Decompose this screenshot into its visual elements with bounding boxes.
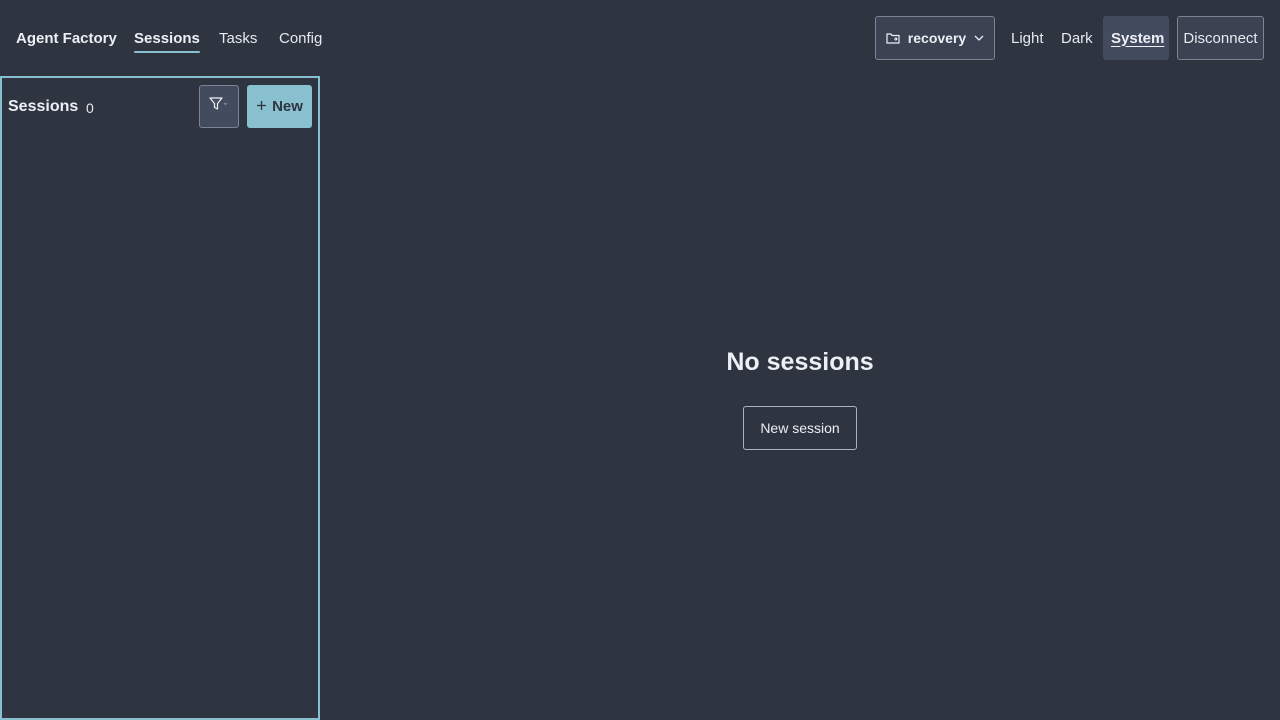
sidebar-title: Sessions [8, 98, 79, 115]
new-button-label: New [272, 98, 303, 115]
empty-state-title: No sessions [726, 348, 874, 376]
theme-system-button[interactable]: System [1103, 16, 1169, 60]
filter-icon [209, 97, 229, 116]
nav-config[interactable]: Config [279, 30, 322, 47]
nav-tasks[interactable]: Tasks [219, 30, 257, 47]
disconnect-button[interactable]: Disconnect [1177, 16, 1264, 60]
theme-light-button[interactable]: Light [1003, 16, 1052, 60]
new-session-sidebar-button[interactable]: New [247, 85, 312, 128]
chevron-down-icon [974, 35, 984, 41]
filter-button[interactable] [199, 85, 239, 128]
top-navigation-bar: Agent Factory Sessions Tasks Config reco… [0, 0, 1280, 76]
workspace-label: recovery [907, 30, 967, 46]
theme-dark-button[interactable]: Dark [1053, 16, 1101, 60]
nav-sessions[interactable]: Sessions [134, 30, 200, 53]
session-count: 0 [86, 100, 94, 116]
plus-icon [256, 98, 267, 115]
folder-icon [886, 32, 900, 44]
sessions-sidebar: Sessions 0 New [0, 76, 320, 720]
new-session-button[interactable]: New session [743, 406, 857, 450]
app-brand[interactable]: Agent Factory [16, 30, 117, 47]
workspace-selector[interactable]: recovery [875, 16, 995, 60]
